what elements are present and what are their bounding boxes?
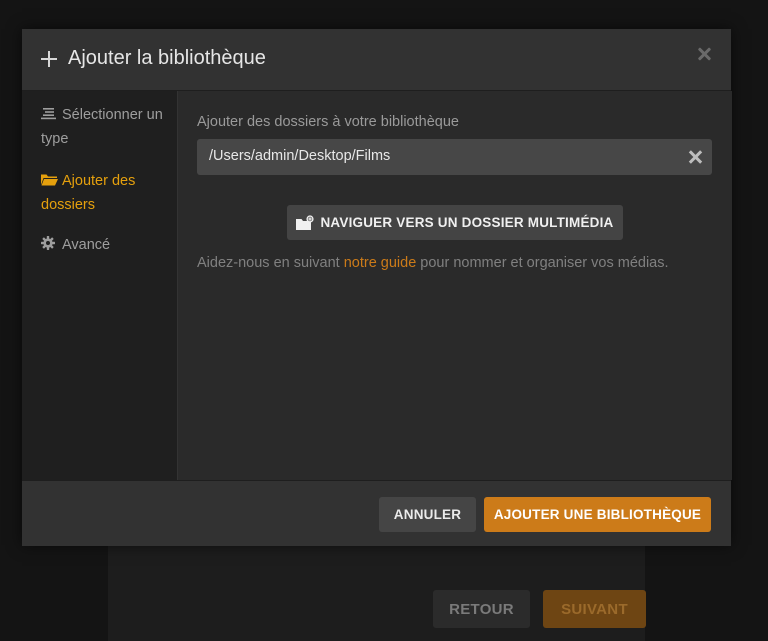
browse-media-folder-button[interactable]: NAVIGUER VERS UN DOSSIER MULTIMÉDIA [287,205,623,240]
folder-path-field[interactable]: /Users/admin/Desktop/Films [197,139,712,175]
wizard-sidebar: Sélectionner un type Ajouter des dossier… [22,91,177,480]
help-text: Aidez-nous en suivant notre guide pour n… [197,255,669,271]
add-library-button[interactable]: AJOUTER UNE BIBLIOTHÈQUE [484,497,711,532]
help-text-prefix: Aidez-nous en suivant [197,255,344,271]
plus-icon [41,51,57,67]
sidebar-item-label: Sélectionner un type [41,107,163,147]
add-library-dialog: Ajouter la bibliothèque Sélectionner un … [22,29,732,546]
guide-link[interactable]: notre guide [344,255,417,271]
folder-path-value[interactable]: /Users/admin/Desktop/Films [209,148,390,164]
folders-field-label: Ajouter des dossiers à votre bibliothèqu… [197,114,459,130]
close-icon[interactable] [697,47,711,61]
sidebar-item-label: Avancé [62,237,111,253]
dialog-header: Ajouter la bibliothèque [22,29,731,91]
remove-folder-icon[interactable] [688,149,704,165]
next-button[interactable]: SUIVANT [543,590,646,628]
dialog-content: Ajouter des dossiers à votre bibliothèqu… [177,91,732,480]
sidebar-item-advanced[interactable]: Avancé [22,233,118,257]
add-folder-icon [296,214,315,231]
gear-icon [41,234,56,250]
dialog-footer: ANNULER AJOUTER UNE BIBLIOTHÈQUE [22,480,731,546]
folder-open-icon [41,170,58,186]
cancel-button[interactable]: ANNULER [379,497,476,532]
browse-button-label: NAVIGUER VERS UN DOSSIER MULTIMÉDIA [320,215,614,230]
sidebar-item-add-folders[interactable]: Ajouter des dossiers [22,169,177,217]
list-icon [41,104,56,120]
back-button[interactable]: RETOUR [433,590,530,628]
dialog-title: Ajouter la bibliothèque [68,47,266,69]
help-text-suffix: pour nommer et organiser vos médias. [416,255,669,271]
sidebar-item-select-type[interactable]: Sélectionner un type [22,103,177,151]
